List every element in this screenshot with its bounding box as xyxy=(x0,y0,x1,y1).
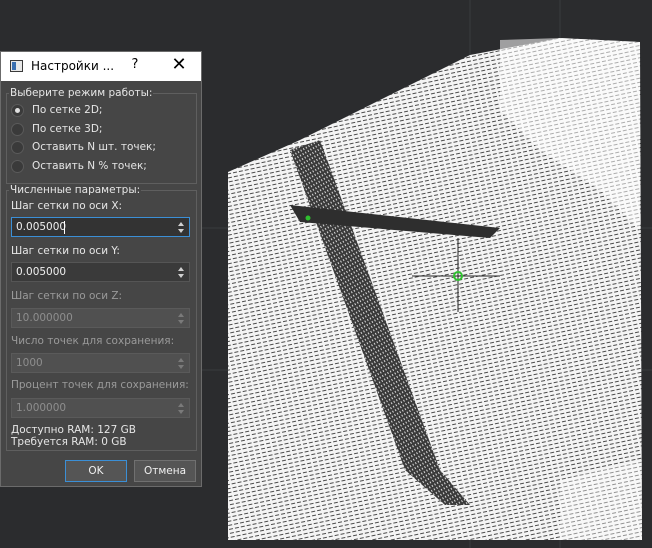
help-icon[interactable]: ? xyxy=(129,57,141,72)
grid-step-z-label: Шаг сетки по оси Z: xyxy=(11,290,123,302)
radio-icon[interactable] xyxy=(11,140,24,154)
points-count-value: 1000 xyxy=(16,357,43,369)
text-caret xyxy=(64,221,65,234)
radio-keep-n-percent[interactable]: Оставить N % точек; xyxy=(11,158,147,174)
grid-step-z-value: 10.000000 xyxy=(16,312,73,324)
spin-up-icon xyxy=(178,358,184,362)
spin-arrows[interactable] xyxy=(177,219,187,235)
dialog-titlebar[interactable]: Настройки ... ? ✕ xyxy=(1,52,201,81)
grid-step-y-value: 0.005000 xyxy=(16,266,67,278)
grid-step-x-value: 0.005000 xyxy=(16,221,67,233)
radio-label: По сетке 3D; xyxy=(32,123,103,135)
grid-step-x-input[interactable]: 0.005000 xyxy=(11,217,190,237)
points-percent-value: 1.000000 xyxy=(16,402,67,414)
radio-label: Оставить N шт. точек; xyxy=(32,141,156,153)
grid-step-x-label: Шаг сетки по оси X: xyxy=(11,200,123,212)
radio-icon[interactable] xyxy=(11,159,24,173)
params-group-title: Численные параметры: xyxy=(9,184,142,196)
grid-step-y-input[interactable]: 0.005000 xyxy=(11,262,190,282)
spin-arrows xyxy=(177,400,187,416)
radio-label: Оставить N % точек; xyxy=(32,160,147,172)
points-percent-label: Процент точек для сохранения: xyxy=(11,379,189,391)
radio-label: По сетке 2D; xyxy=(32,104,103,116)
points-count-label: Число точек для сохранения: xyxy=(11,335,175,347)
spin-down-icon xyxy=(178,410,184,414)
green-point-marker xyxy=(305,215,311,221)
ram-available: Доступно RAM: 127 GB xyxy=(11,424,136,436)
radio-icon[interactable] xyxy=(11,122,24,136)
grid-step-y-label: Шаг сетки по оси Y: xyxy=(11,245,120,257)
spin-arrows xyxy=(177,310,187,326)
spin-up-icon[interactable] xyxy=(178,222,184,226)
spin-down-icon[interactable] xyxy=(178,229,184,233)
cancel-button[interactable]: Отмена xyxy=(134,460,196,482)
radio-keep-n-points[interactable]: Оставить N шт. точек; xyxy=(11,139,156,155)
settings-dialog: Настройки ... ? ✕ Выберите режим работы:… xyxy=(0,51,202,487)
ram-required: Требуется RAM: 0 GB xyxy=(11,436,127,448)
spin-arrows[interactable] xyxy=(177,264,187,280)
spin-arrows xyxy=(177,355,187,371)
points-percent-input: 1.000000 xyxy=(11,398,190,418)
spin-up-icon[interactable] xyxy=(178,267,184,271)
radio-icon[interactable] xyxy=(11,103,24,117)
radio-grid-2d[interactable]: По сетке 2D; xyxy=(11,102,102,118)
close-icon[interactable]: ✕ xyxy=(169,55,189,75)
mode-group-title: Выберите режим работы: xyxy=(9,87,154,99)
spin-down-icon[interactable] xyxy=(178,274,184,278)
spin-down-icon xyxy=(178,365,184,369)
dialog-title: Настройки ... xyxy=(31,59,115,73)
spin-up-icon xyxy=(178,313,184,317)
spin-up-icon xyxy=(178,403,184,407)
app-icon xyxy=(10,60,23,72)
radio-grid-3d[interactable]: По сетке 3D; xyxy=(11,121,102,137)
grid-step-z-input: 10.000000 xyxy=(11,308,190,328)
points-count-input: 1000 xyxy=(11,353,190,373)
ok-button[interactable]: OK xyxy=(65,460,127,482)
spin-down-icon xyxy=(178,320,184,324)
